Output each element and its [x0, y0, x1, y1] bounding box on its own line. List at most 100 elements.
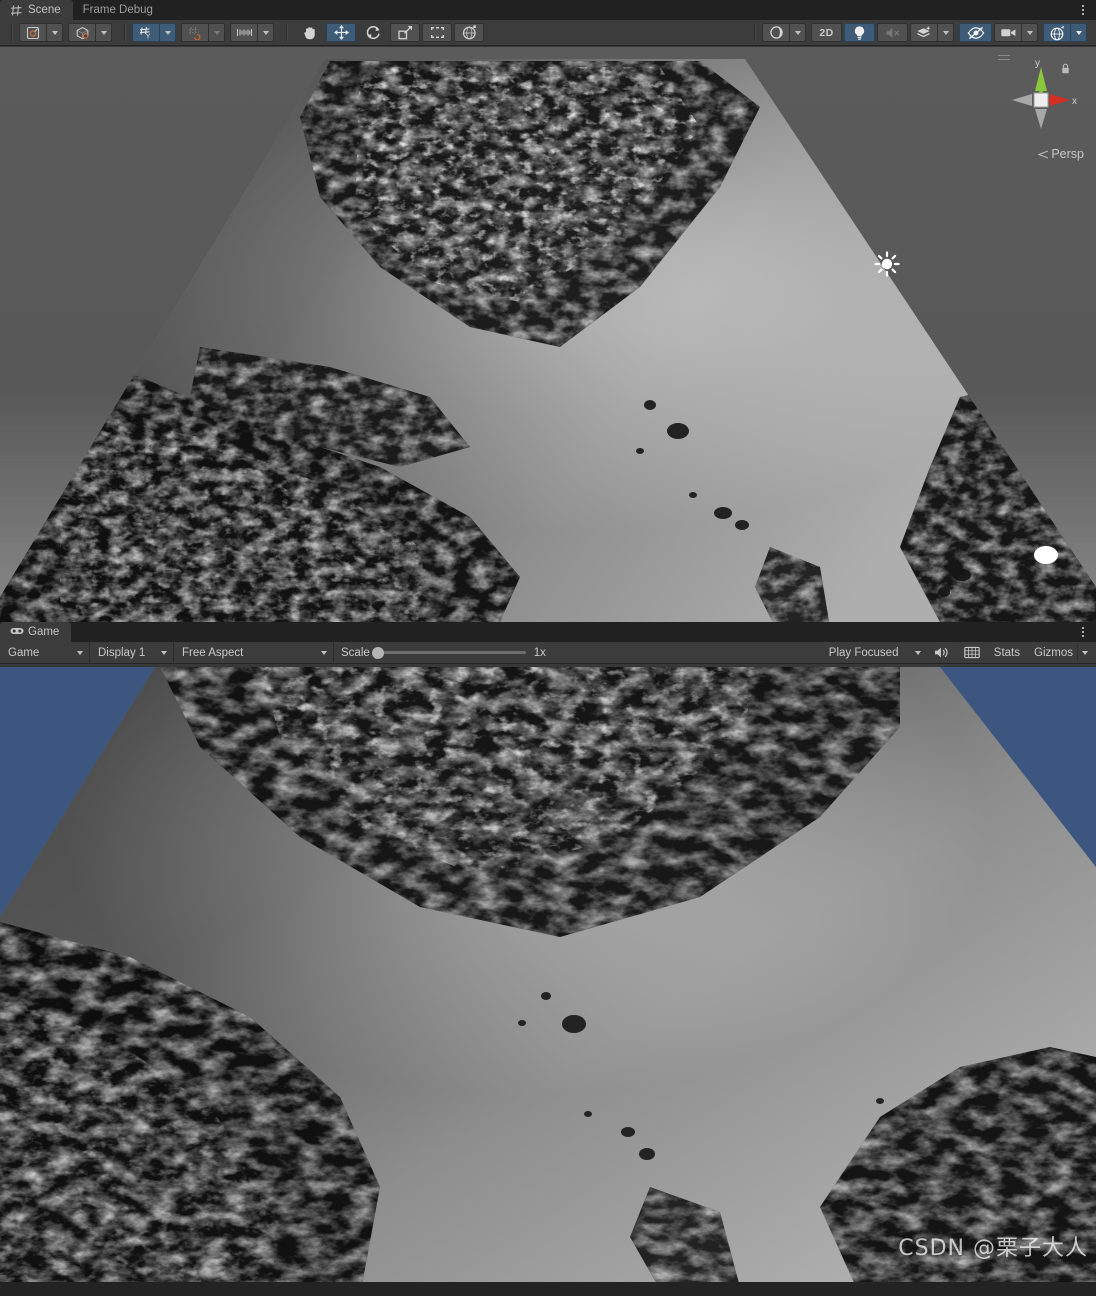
- scene-toolbar: Y 2D: [0, 20, 1096, 46]
- stats-label: Stats: [993, 646, 1021, 659]
- fx-dropdown-caret[interactable]: [937, 23, 954, 42]
- chevron-down-icon: [161, 650, 167, 655]
- pivot-center-dropdown[interactable]: [46, 23, 63, 42]
- grid-axis-y-icon[interactable]: Y: [132, 23, 159, 42]
- ruler-snap-icon[interactable]: [230, 23, 257, 42]
- gizmos-toggle[interactable]: [1043, 23, 1087, 42]
- fx-dropdown[interactable]: [910, 23, 954, 42]
- grid-snapping-dropdown[interactable]: [208, 23, 225, 42]
- tab-scene-label: Scene: [28, 4, 61, 16]
- svg-text:x: x: [1072, 96, 1077, 107]
- gizmos-dropdown[interactable]: [1070, 23, 1087, 42]
- game-mode-dropdown[interactable]: Game: [0, 641, 90, 664]
- scale-control[interactable]: Scale 1x: [334, 642, 553, 664]
- tool-handle-rotation[interactable]: [68, 23, 112, 42]
- grid-scene-icon: [10, 4, 23, 17]
- speaker-icon: [934, 647, 948, 658]
- global-local-icon[interactable]: [68, 23, 95, 42]
- chevron-down-icon: [213, 30, 220, 35]
- scale-slider[interactable]: [371, 646, 526, 659]
- scene-kebab-menu[interactable]: [1076, 1, 1090, 19]
- stats-button[interactable]: Stats: [987, 642, 1027, 664]
- scene-orientation-gizmo[interactable]: y x Persp: [996, 51, 1088, 161]
- chevron-down-icon: [164, 30, 171, 35]
- gizmo-projection-row[interactable]: Persp: [996, 147, 1084, 161]
- toolbar-separator: [11, 24, 12, 41]
- game-viewport[interactable]: CSDN @栗子大人: [0, 667, 1096, 1296]
- chevron-down-icon: [1026, 30, 1033, 35]
- gizmos-label: Gizmos: [1034, 646, 1073, 659]
- scale-slider-knob[interactable]: [371, 646, 384, 659]
- shaded-sphere-icon[interactable]: [762, 23, 789, 42]
- gamepad-icon: [10, 626, 24, 639]
- grid-visibility-dropdown[interactable]: [159, 23, 176, 42]
- game-panel: Game Game Display 1 Free Aspect Scale 1x…: [0, 622, 1096, 1296]
- scene-viewport[interactable]: y x Persp: [0, 47, 1096, 622]
- scale-value: 1x: [533, 646, 546, 659]
- toolbar-separator: [754, 24, 755, 41]
- fx-layers-icon[interactable]: [910, 23, 937, 42]
- 2d-toggle[interactable]: 2D: [811, 23, 842, 42]
- grid-snapping[interactable]: [181, 23, 225, 42]
- scale-label: Scale: [341, 646, 370, 659]
- pivot-center-icon[interactable]: [19, 23, 46, 42]
- gizmo-projection-label: Persp: [1051, 147, 1084, 161]
- global-local-dropdown[interactable]: [95, 23, 112, 42]
- scene-audio[interactable]: [877, 23, 908, 42]
- toolbar-separator: [286, 24, 287, 41]
- keyboard-icon: [964, 646, 980, 659]
- transform-tool[interactable]: [454, 23, 484, 42]
- tab-game[interactable]: Game: [0, 622, 72, 642]
- chevron-down-icon: [942, 30, 949, 35]
- game-mode-label: Game: [8, 646, 40, 659]
- tab-frame-debug[interactable]: Frame Debug: [72, 0, 165, 20]
- chevron-down-icon: [914, 650, 921, 655]
- rect-tool[interactable]: [422, 23, 452, 42]
- scene-lighting[interactable]: [844, 23, 875, 42]
- chevron-down-icon: [77, 650, 83, 655]
- game-tabbar: Game: [0, 622, 1096, 642]
- gizmos-dropdown[interactable]: [1077, 645, 1096, 660]
- chevron-down-icon: [1082, 650, 1088, 655]
- directional-light-icon[interactable]: [874, 251, 900, 277]
- chevron-down-icon: [321, 650, 327, 655]
- grid-snap-icon[interactable]: [181, 23, 208, 42]
- scale-tool[interactable]: [390, 23, 420, 42]
- camera-icon[interactable]: [994, 23, 1021, 42]
- move-tool[interactable]: [326, 23, 356, 42]
- svg-text:Y: Y: [145, 32, 150, 40]
- scene-visibility[interactable]: [959, 23, 992, 42]
- 2d-toggle-label: 2D: [819, 26, 834, 39]
- tab-frame-debug-label: Frame Debug: [82, 4, 153, 16]
- svg-text:y: y: [1035, 58, 1040, 69]
- gizmo-axes[interactable]: y x: [996, 55, 1088, 141]
- tool-handle-position[interactable]: [19, 23, 63, 42]
- game-kebab-menu[interactable]: [1076, 623, 1090, 641]
- terrain-render: [0, 59, 1096, 622]
- game-toolbar: Game Display 1 Free Aspect Scale 1x Play…: [0, 641, 1096, 664]
- stats-grid-button[interactable]: [957, 642, 987, 664]
- draw-mode[interactable]: [762, 23, 806, 42]
- increment-snap-dropdown[interactable]: [257, 23, 274, 42]
- grid-visibility[interactable]: Y: [132, 23, 176, 42]
- mute-audio-button[interactable]: [927, 642, 957, 664]
- aspect-dropdown[interactable]: Free Aspect: [174, 641, 334, 664]
- tab-scene[interactable]: Scene: [0, 0, 73, 20]
- gizmo-globe-icon[interactable]: [1043, 23, 1070, 42]
- gizmos-button[interactable]: Gizmos: [1027, 642, 1077, 664]
- scene-tabbar: Scene Frame Debug: [0, 0, 1096, 20]
- game-render: [0, 667, 1096, 1296]
- increment-snap[interactable]: [230, 23, 274, 42]
- scene-panel: Scene Frame Debug Y 2D y x Persp: [0, 0, 1096, 622]
- draw-mode-dropdown[interactable]: [789, 23, 806, 42]
- persp-arrow-icon: [1038, 150, 1049, 159]
- bottom-status-bar: [0, 1282, 1096, 1296]
- play-mode-dropdown[interactable]: Play Focused: [821, 642, 927, 664]
- camera-settings-dropdown[interactable]: [1021, 23, 1038, 42]
- rotate-tool[interactable]: [358, 23, 388, 42]
- hand-tool[interactable]: [294, 23, 324, 42]
- display-dropdown[interactable]: Display 1: [90, 641, 174, 664]
- toolbar-separator: [124, 24, 125, 41]
- play-mode-label: Play Focused: [828, 646, 899, 659]
- camera-settings[interactable]: [994, 23, 1038, 42]
